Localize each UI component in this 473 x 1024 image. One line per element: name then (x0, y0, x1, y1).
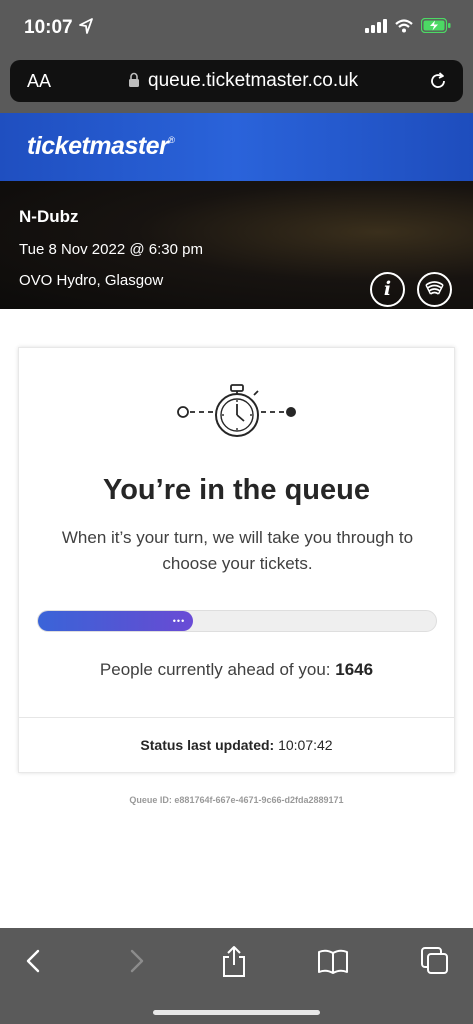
people-ahead-label: People currently ahead of you: (99, 660, 331, 679)
back-icon[interactable] (17, 944, 51, 978)
home-indicator (153, 1010, 320, 1015)
ticketmaster-logo[interactable]: ticketmaster® (27, 132, 175, 161)
text-size-button[interactable]: AA (27, 71, 51, 92)
signal-icon (365, 18, 387, 33)
location-arrow-icon (79, 18, 93, 34)
event-venue: OVO Hydro, Glasgow (19, 272, 164, 289)
event-info-button[interactable]: i (370, 272, 405, 307)
card-divider (19, 717, 454, 718)
ios-top-area: 10:07 AA queue.ticketmaster.co.uk (0, 0, 473, 113)
logo-text: ticketmaster (27, 132, 169, 160)
queue-progress-fill: ••• (38, 611, 194, 631)
registered-mark: ® (168, 135, 175, 145)
status-time: 10:07 (24, 17, 73, 38)
tabs-icon[interactable] (418, 944, 452, 978)
seat-map-icon (425, 281, 444, 295)
queue-card: You’re in the queue When it’s your turn,… (18, 347, 455, 773)
site-header: ticketmaster® (0, 113, 473, 181)
battery-icon (421, 18, 451, 33)
info-icon: i (383, 278, 392, 300)
seat-map-button[interactable] (417, 272, 452, 307)
queue-progress-bar: ••• (37, 610, 437, 632)
wifi-icon (395, 18, 413, 32)
queue-id: Queue ID: e881764f-667e-4671-9c66-d2fda2… (129, 795, 344, 805)
forward-icon[interactable] (119, 944, 153, 978)
url-bar[interactable]: AA queue.ticketmaster.co.uk (10, 60, 463, 102)
status-updated: Status last updated: 10:07:42 (19, 737, 454, 753)
people-ahead-count: 1646 (335, 660, 374, 679)
reload-icon[interactable] (427, 70, 449, 92)
event-date: Tue 8 Nov 2022 @ 6:30 pm (19, 241, 203, 258)
status-updated-time: 10:07:42 (278, 737, 333, 753)
stopwatch-icon (177, 384, 296, 437)
event-name: N-Dubz (19, 207, 79, 226)
status-indicators (365, 18, 451, 33)
queue-subtitle: When it’s your turn, we will take you th… (61, 528, 414, 573)
share-icon[interactable] (217, 944, 251, 978)
lock-icon (129, 72, 139, 87)
progress-dots: ••• (172, 616, 186, 626)
queue-title: You’re in the queue (103, 474, 370, 506)
status-updated-label: Status last updated: (140, 737, 275, 753)
url-text[interactable]: queue.ticketmaster.co.uk (148, 70, 358, 92)
bookmarks-icon[interactable] (316, 944, 350, 978)
people-ahead: People currently ahead of you: 1646 (19, 660, 454, 680)
